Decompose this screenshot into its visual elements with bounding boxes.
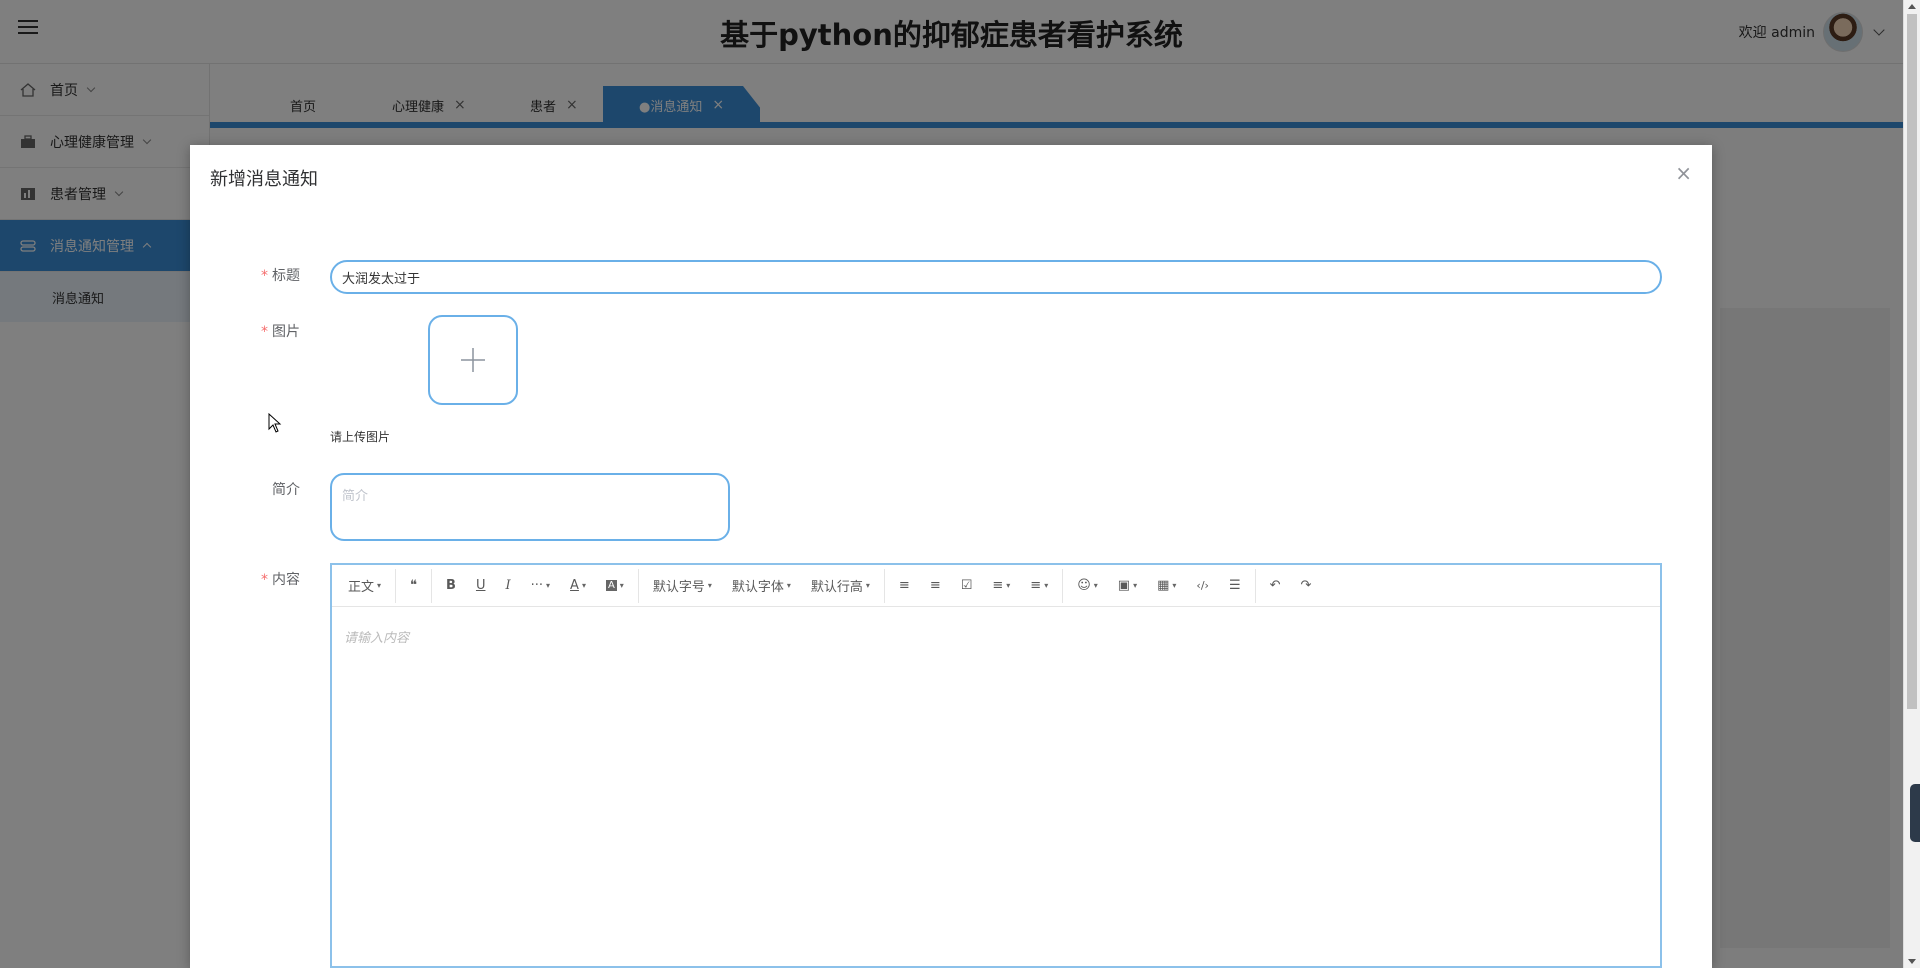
bg-color-button[interactable]: A ▾ xyxy=(596,565,634,607)
font-color-button[interactable]: A ▾ xyxy=(560,565,596,607)
undo-icon: ↶ xyxy=(1269,578,1281,593)
scroll-down-icon[interactable] xyxy=(1908,959,1916,964)
align-icon: ≡ xyxy=(992,578,1004,593)
editor-content-area[interactable]: 请输入内容 xyxy=(332,607,1660,666)
required-mark: * xyxy=(261,572,268,588)
font-family-label: 默认字体 xyxy=(731,580,784,595)
dialog-title: 新增消息通知 xyxy=(210,169,318,190)
dropdown-icon: ▾ xyxy=(1133,581,1138,590)
content-label: * 内容 xyxy=(230,569,300,589)
smile-icon: ☺ xyxy=(1077,578,1091,593)
underline-button[interactable]: U xyxy=(466,565,496,607)
indent-button[interactable]: ≡ ▾ xyxy=(1020,565,1058,607)
emotion-button[interactable]: ☺ ▾ xyxy=(1067,565,1108,607)
image-upload-button[interactable] xyxy=(428,315,518,405)
required-mark: * xyxy=(261,268,268,284)
dropdown-icon: ▾ xyxy=(581,581,586,590)
italic-button[interactable]: I xyxy=(495,565,520,607)
title-input[interactable]: 大润发太过于 xyxy=(330,260,1662,294)
summary-textarea[interactable]: 简介 xyxy=(330,473,730,541)
font-color-icon: A xyxy=(570,578,579,593)
dropdown-icon: ▾ xyxy=(619,581,624,590)
mouse-cursor-icon xyxy=(268,413,282,433)
bold-button[interactable]: B xyxy=(436,565,466,607)
toolbar-divider xyxy=(637,568,639,603)
numbered-list-icon: ≡ xyxy=(929,578,941,593)
code-icon: ‹/› xyxy=(1196,579,1209,592)
table-button[interactable]: ▦ ▾ xyxy=(1147,565,1186,607)
content-label-text: 内容 xyxy=(272,572,300,588)
image-label: * 图片 xyxy=(230,321,300,341)
todo-button[interactable]: ☑ xyxy=(951,565,983,607)
underline-icon: U xyxy=(475,578,486,593)
paragraph-label: 正文 xyxy=(348,580,375,595)
plus-icon xyxy=(461,348,485,372)
font-family-select[interactable]: 默认字体 ▾ xyxy=(722,565,801,607)
bullet-list-icon: ≡ xyxy=(898,578,910,593)
undo-button[interactable]: ↶ xyxy=(1260,565,1291,607)
editor-toolbar: 正文 ▾ ❝ B U I ··· ▾ A ▾ A ▾ 默认字号 ▾ 默认字体 ▾ 默认行高 ▾… xyxy=(332,565,1660,607)
checkbox-icon: ☑ xyxy=(960,578,973,593)
quote-icon: ❝ xyxy=(410,578,418,593)
toolbar-divider xyxy=(1254,568,1256,603)
dropdown-icon: ▾ xyxy=(1172,581,1177,590)
line-height-select[interactable]: 默认行高 ▾ xyxy=(801,565,880,607)
toolbar-divider xyxy=(883,568,885,603)
dropdown-icon: ▾ xyxy=(1006,581,1011,590)
align-button[interactable]: ≡ ▾ xyxy=(982,565,1020,607)
dropdown-icon: ▾ xyxy=(865,581,870,590)
toolbar-divider xyxy=(395,568,397,603)
divider-button[interactable]: ☰ xyxy=(1219,565,1251,607)
summary-label: 简介 xyxy=(272,482,300,498)
toolbar-divider xyxy=(431,568,433,603)
dropdown-icon: ▾ xyxy=(707,581,712,590)
dropdown-icon: ▾ xyxy=(546,581,551,590)
indent-icon: ≡ xyxy=(1030,578,1042,593)
bg-color-icon: A xyxy=(605,580,617,591)
bold-icon: B xyxy=(446,578,456,593)
bullet-list-button[interactable]: ≡ xyxy=(889,565,920,607)
table-icon: ▦ xyxy=(1157,578,1170,593)
dropdown-icon: ▾ xyxy=(786,581,791,590)
dropdown-icon: ▾ xyxy=(377,581,382,590)
close-icon[interactable]: × xyxy=(1675,161,1692,185)
quote-button[interactable]: ❝ xyxy=(400,565,427,607)
dropdown-icon: ▾ xyxy=(1044,581,1049,590)
image-icon: ▣ xyxy=(1117,578,1131,593)
italic-icon: I xyxy=(505,578,511,593)
font-size-label: 默认字号 xyxy=(652,580,705,595)
numbered-list-button[interactable]: ≡ xyxy=(920,565,951,607)
image-label-text: 图片 xyxy=(272,324,300,340)
required-mark: * xyxy=(261,324,268,340)
add-notification-dialog: 新增消息通知 × * 标题 大润发太过于 * 图片 请上传图片 简介 简介 * 内容 … xyxy=(190,145,1712,968)
scroll-up-icon[interactable] xyxy=(1908,4,1916,9)
more-button[interactable]: ··· ▾ xyxy=(521,565,560,607)
dropdown-icon: ▾ xyxy=(1093,581,1098,590)
upload-tip: 请上传图片 xyxy=(330,430,391,444)
floating-widget[interactable] xyxy=(1910,784,1920,842)
font-size-select[interactable]: 默认字号 ▾ xyxy=(643,565,722,607)
redo-icon: ↷ xyxy=(1300,578,1312,593)
code-button[interactable]: ‹/› xyxy=(1186,565,1219,607)
scrollbar-thumb[interactable] xyxy=(1907,14,1917,709)
toolbar-divider xyxy=(1062,568,1064,603)
image-button[interactable]: ▣ ▾ xyxy=(1108,565,1147,607)
rich-text-editor: 正文 ▾ ❝ B U I ··· ▾ A ▾ A ▾ 默认字号 ▾ 默认字体 ▾ 默认行高 ▾… xyxy=(330,563,1662,968)
title-label-text: 标题 xyxy=(272,268,300,284)
divider-icon: ☰ xyxy=(1228,578,1241,593)
line-height-label: 默认行高 xyxy=(810,580,863,595)
more-icon: ··· xyxy=(530,578,544,593)
title-label: * 标题 xyxy=(230,265,300,285)
paragraph-select[interactable]: 正文 ▾ xyxy=(338,565,391,607)
redo-button[interactable]: ↷ xyxy=(1291,565,1322,607)
